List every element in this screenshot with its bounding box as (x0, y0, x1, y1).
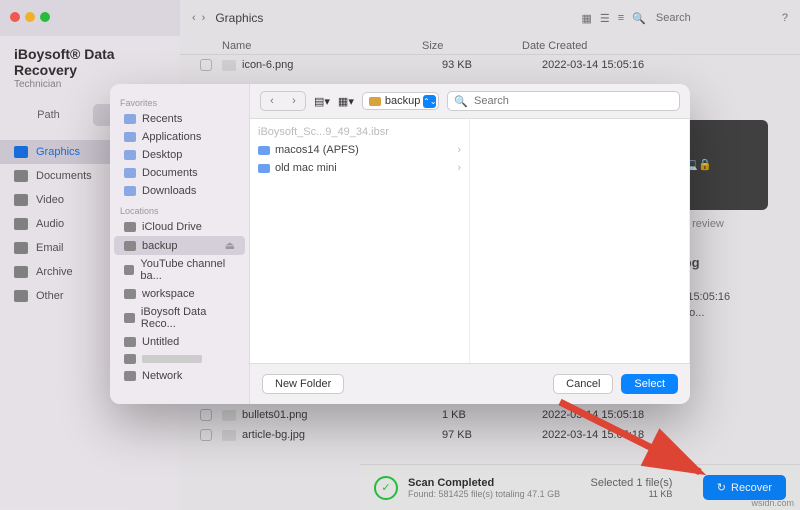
folder-icon (258, 146, 270, 155)
select-button[interactable]: Select (621, 374, 678, 394)
chevron-right-icon: › (457, 144, 461, 156)
drive-icon (124, 289, 136, 299)
sidebar-item-youtube[interactable]: YouTube channel ba... (114, 255, 245, 285)
open-panel: Favorites Recents Applications Desktop D… (110, 84, 690, 404)
column-2 (470, 119, 690, 363)
drive-icon (124, 337, 136, 347)
cloud-icon (124, 222, 136, 232)
sidebar-item-workspace[interactable]: workspace (114, 285, 245, 303)
finder-search-input[interactable] (472, 94, 673, 108)
group-icon[interactable]: ▦▾ (338, 95, 354, 108)
sidebar-item-backup[interactable]: backup⏏ (114, 236, 245, 255)
sidebar-item-icloud[interactable]: iCloud Drive (114, 218, 245, 236)
clock-icon (124, 114, 136, 124)
sidebar-item-applications[interactable]: Applications (114, 128, 245, 146)
search-icon: 🔍 (454, 95, 468, 108)
drive-icon (124, 241, 136, 251)
finder-toolbar: ‹› ▤▾ ▦▾ backup ⌃⌄ 🔍 (250, 84, 690, 118)
chevron-right-icon: › (457, 162, 461, 174)
drive-icon (124, 354, 136, 364)
apps-icon (124, 132, 136, 142)
finder-search[interactable]: 🔍 (447, 91, 680, 111)
new-folder-button[interactable]: New Folder (262, 374, 344, 394)
back-icon[interactable]: ‹ (261, 92, 283, 110)
finder-footer: New Folder Cancel Select (250, 364, 690, 404)
view-columns-icon[interactable]: ▤▾ (314, 95, 330, 108)
sidebar-item-untitled[interactable]: Untitled (114, 333, 245, 351)
downloads-icon (124, 186, 136, 196)
folder-dropdown[interactable]: backup ⌃⌄ (362, 92, 439, 110)
list-item[interactable]: iBoysoft_Sc...9_49_34.ibsr (250, 123, 469, 141)
sidebar-item-network[interactable]: Network (114, 367, 245, 385)
locations-header: Locations (120, 206, 239, 216)
column-1: iBoysoft_Sc...9_49_34.ibsr macos14 (APFS… (250, 119, 470, 363)
list-item[interactable]: old mac mini› (250, 159, 469, 177)
documents-icon (124, 168, 136, 178)
sidebar-item-downloads[interactable]: Downloads (114, 182, 245, 200)
desktop-icon (124, 150, 136, 160)
network-icon (124, 371, 136, 381)
favorites-header: Favorites (120, 98, 239, 108)
drive-icon (124, 265, 134, 275)
finder-content: ‹› ▤▾ ▦▾ backup ⌃⌄ 🔍 iBoysoft_Sc...9_49_… (250, 84, 690, 404)
drive-icon (124, 313, 135, 323)
eject-icon[interactable]: ⏏ (225, 239, 235, 252)
folder-icon (369, 97, 381, 106)
sidebar-item-blurred[interactable] (114, 351, 245, 367)
list-item[interactable]: macos14 (APFS)› (250, 141, 469, 159)
sidebar-item-documents[interactable]: Documents (114, 164, 245, 182)
finder-sidebar: Favorites Recents Applications Desktop D… (110, 84, 250, 404)
sidebar-item-desktop[interactable]: Desktop (114, 146, 245, 164)
sidebar-item-iboysoft[interactable]: iBoysoft Data Reco... (114, 303, 245, 333)
watermark: wsidn.com (751, 498, 794, 508)
finder-nav: ‹› (260, 91, 306, 111)
forward-icon[interactable]: › (283, 92, 305, 110)
cancel-button[interactable]: Cancel (553, 374, 613, 394)
finder-columns: iBoysoft_Sc...9_49_34.ibsr macos14 (APFS… (250, 118, 690, 364)
chevron-updown-icon: ⌃⌄ (423, 95, 436, 108)
sidebar-item-recents[interactable]: Recents (114, 110, 245, 128)
folder-icon (258, 164, 270, 173)
